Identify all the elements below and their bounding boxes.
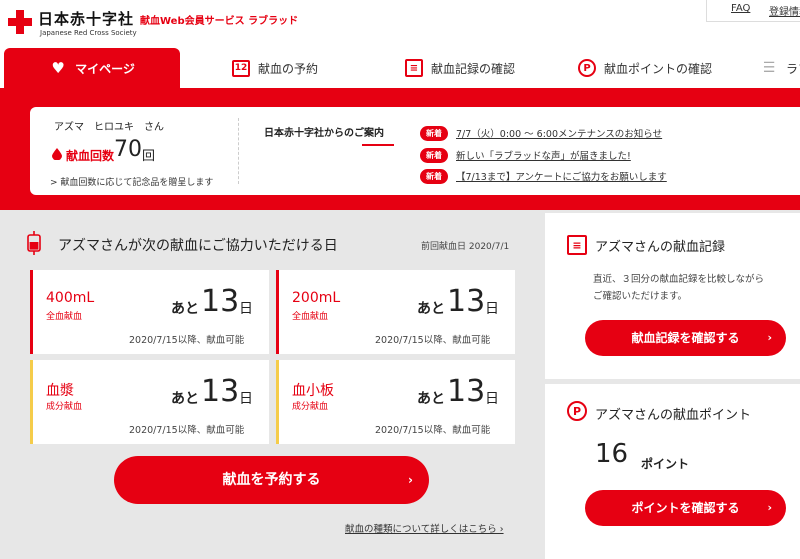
donation-type-name: 血漿 bbox=[46, 383, 74, 399]
days-remaining-label: あと bbox=[171, 301, 199, 317]
days-unit: 日 bbox=[239, 391, 253, 407]
available-date: 2020/7/15以降、献血可能 bbox=[129, 335, 245, 346]
donation-type-name: 血小板 bbox=[292, 383, 334, 399]
service-name: 献血Web会員サービス ラブラッド bbox=[140, 16, 299, 27]
days-remaining: 13 bbox=[447, 374, 486, 409]
donation-count-unit: 回 bbox=[142, 149, 156, 164]
days-remaining-label: あと bbox=[417, 301, 445, 317]
days-remaining-label: あと bbox=[171, 391, 199, 407]
available-date: 2020/7/15以降、献血可能 bbox=[375, 425, 491, 436]
tab-label: 献血ポイントの確認 bbox=[604, 61, 713, 76]
donation-type-category: 全血献血 bbox=[292, 312, 329, 322]
description-line: 直近、３回分の献血記録を比較しながら bbox=[593, 274, 765, 285]
donation-type-card-200ml: 200mL 全血献血 あと 13 日 2020/7/15以降、献血可能 bbox=[276, 270, 515, 354]
register-info-link[interactable]: 登録情報 bbox=[769, 3, 800, 18]
button-label: 献血記録を確認する bbox=[631, 331, 740, 345]
days-unit: 日 bbox=[485, 391, 499, 407]
new-badge: 新着 bbox=[420, 125, 448, 141]
points-value: 16 bbox=[595, 439, 629, 469]
logo-text: 日本赤十字社 bbox=[38, 10, 135, 28]
days-remaining: 13 bbox=[201, 284, 240, 319]
calendar-icon: 12 bbox=[232, 59, 250, 77]
gift-link[interactable]: > 献血回数に応じて記念品を贈呈します bbox=[50, 175, 213, 188]
header: 日本赤十字社 Japanese Red Cross Society 献血Web会… bbox=[0, 0, 800, 48]
new-badge: 新着 bbox=[420, 168, 448, 184]
last-donation-date: 前回献血日 2020/7/1 bbox=[421, 242, 510, 252]
main-nav: ♥ マイページ 12 献血の予約 ≡ 献血記録の確認 P 献血ポイントの確認 ☰… bbox=[0, 48, 800, 88]
notice-heading: 日本赤十字社からのご案内 bbox=[264, 128, 384, 139]
blood-bag-icon bbox=[27, 231, 41, 255]
new-badge: 新着 bbox=[420, 147, 448, 163]
logo-english-text: Japanese Red Cross Society bbox=[40, 29, 137, 37]
heading-underline bbox=[362, 144, 394, 146]
days-remaining: 13 bbox=[201, 374, 240, 409]
list-icon: ≡ bbox=[567, 235, 587, 255]
donation-type-name: 400mL bbox=[46, 290, 95, 306]
description-line: ご確認いただけます。 bbox=[593, 291, 688, 302]
news-text[interactable]: 【7/13まで】アンケートにご協力をお願いします bbox=[456, 169, 667, 183]
news-item[interactable]: 新着 【7/13まで】アンケートにご協力をお願いします bbox=[420, 168, 667, 184]
chevron-right-icon: › bbox=[408, 473, 413, 487]
points-unit: ポイント bbox=[641, 457, 690, 471]
donation-type-card-platelet: 血小板 成分献血 あと 13 日 2020/7/15以降、献血可能 bbox=[276, 360, 515, 444]
tab-label: 献血の予約 bbox=[258, 61, 319, 76]
available-date: 2020/7/15以降、献血可能 bbox=[375, 335, 491, 346]
donation-type-card-plasma: 血漿 成分献血 あと 13 日 2020/7/15以降、献血可能 bbox=[30, 360, 269, 444]
donation-count-label: 献血回数 bbox=[66, 149, 115, 163]
news-item[interactable]: 新着 7/7（火）0:00 ～ 6:00メンテナンスのお知らせ bbox=[420, 125, 662, 141]
top-links: FAQ 登録情報 bbox=[706, 0, 800, 22]
reserve-donation-button[interactable]: 献血を予約する › bbox=[114, 456, 429, 504]
tab-lovelood[interactable]: ☰ ラブ bbox=[760, 48, 800, 88]
tab-label: マイページ bbox=[75, 61, 135, 76]
button-label: ポイントを確認する bbox=[631, 501, 740, 515]
tab-mypage[interactable]: ♥ マイページ bbox=[4, 48, 180, 88]
donation-type-category: 全血献血 bbox=[46, 312, 83, 322]
news-item[interactable]: 新着 新しい「ラブラッドな声」が届きました! bbox=[420, 147, 631, 163]
panel-title: アズマさんの献血ポイント bbox=[595, 408, 752, 423]
days-unit: 日 bbox=[485, 301, 499, 317]
point-icon: P bbox=[567, 401, 587, 421]
donation-record-panel: ≡ アズマさんの献血記録 直近、３回分の献血記録を比較しながら ご確認いただけま… bbox=[545, 213, 800, 379]
chevron-right-icon: › bbox=[767, 331, 772, 344]
tab-reservation[interactable]: 12 献血の予約 bbox=[232, 48, 318, 88]
next-donation-section: アズマさんが次の献血にご協力いただける日 前回献血日 2020/7/1 400m… bbox=[0, 210, 543, 559]
section-title: アズマさんが次の献血にご協力いただける日 bbox=[58, 238, 338, 254]
panel-title: アズマさんの献血記録 bbox=[595, 240, 726, 255]
tab-donation-records[interactable]: ≡ 献血記録の確認 bbox=[405, 48, 515, 88]
donation-type-category: 成分献血 bbox=[292, 402, 329, 412]
check-records-button[interactable]: 献血記録を確認する › bbox=[585, 320, 786, 356]
donation-type-card-400ml: 400mL 全血献血 あと 13 日 2020/7/15以降、献血可能 bbox=[30, 270, 269, 354]
donation-type-category: 成分献血 bbox=[46, 402, 83, 412]
tab-points[interactable]: P 献血ポイントの確認 bbox=[578, 48, 712, 88]
panel-description: 直近、３回分の献血記録を比較しながら ご確認いただけます。 bbox=[593, 271, 764, 305]
news-text[interactable]: 7/7（火）0:00 ～ 6:00メンテナンスのお知らせ bbox=[456, 126, 662, 140]
user-summary-card: アズマ ヒロユキ さん 献血回数 70 回 > 献血回数に応じて記念品を贈呈しま… bbox=[30, 107, 800, 195]
divider bbox=[238, 118, 239, 184]
days-unit: 日 bbox=[239, 301, 253, 317]
heart-icon: ♥ bbox=[51, 59, 65, 77]
check-points-button[interactable]: ポイントを確認する › bbox=[585, 490, 786, 526]
button-label: 献血を予約する bbox=[222, 472, 321, 488]
donation-points-panel: P アズマさんの献血ポイント 16 ポイント ポイントを確認する › bbox=[545, 384, 800, 559]
donation-count: 70 bbox=[114, 137, 142, 162]
point-icon: P bbox=[578, 59, 596, 77]
chevron-right-icon: › bbox=[767, 501, 772, 514]
days-remaining: 13 bbox=[447, 284, 486, 319]
blood-drop-icon bbox=[52, 148, 62, 160]
red-cross-icon bbox=[8, 10, 32, 34]
available-date: 2020/7/15以降、献血可能 bbox=[129, 425, 245, 436]
tab-label: 献血記録の確認 bbox=[431, 61, 516, 76]
tab-label: ラブ bbox=[786, 61, 800, 76]
donation-types-link[interactable]: 献血の種類について詳しくはこちら › bbox=[345, 521, 504, 535]
list-icon: ≡ bbox=[405, 59, 423, 77]
user-name: アズマ ヒロユキ さん bbox=[54, 122, 164, 133]
donation-type-name: 200mL bbox=[292, 290, 341, 306]
menu-icon: ☰ bbox=[762, 60, 776, 76]
jrc-logo[interactable]: 日本赤十字社 Japanese Red Cross Society bbox=[8, 8, 137, 38]
news-text[interactable]: 新しい「ラブラッドな声」が届きました! bbox=[456, 148, 631, 162]
days-remaining-label: あと bbox=[417, 391, 445, 407]
faq-link[interactable]: FAQ bbox=[731, 3, 750, 14]
